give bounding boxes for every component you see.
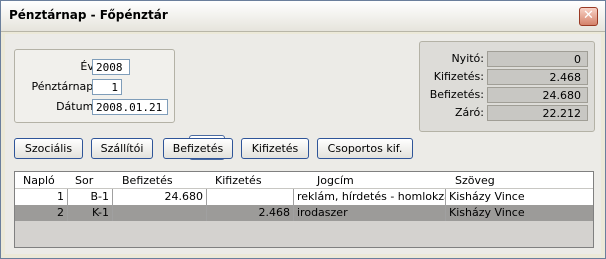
cell-naplo: 1 <box>15 189 68 205</box>
cell-jogcim: irodaszer <box>294 205 446 221</box>
cell-jogcim: reklám, hírdetés - homlokzati <box>294 189 446 205</box>
summary-group: Nyitó: 0 Kifizetés: 2.468 Befizetés: 24.… <box>419 41 595 132</box>
kifizetes-label: Kifizetés: <box>433 70 484 83</box>
header-naplo[interactable]: Napló <box>23 174 55 187</box>
cell-szoveg: Kisházy Vince <box>449 190 525 203</box>
nyito-label: Nyitó: <box>451 52 484 65</box>
window-title: Pénztárnap - Főpénztár <box>9 8 168 22</box>
cell-kifizetes <box>207 189 294 205</box>
header-jogcim[interactable]: Jogcím <box>317 174 354 187</box>
szallitoi-button[interactable]: Szállítói <box>91 138 153 159</box>
date-group: Év: 2008 Pénztárnap: 1 Dátum: 2008.01.21 <box>14 49 175 123</box>
table-header: Napló Sor Befizetés Kifizetés Jogcím Szö… <box>15 172 593 189</box>
nyito-value: 0 <box>487 51 588 67</box>
zaro-value: 22.212 <box>487 105 588 121</box>
penztarnap-label: Pénztárnap: <box>31 80 97 93</box>
befizetes-label: Befizetés: <box>429 88 484 101</box>
kifizetes-button[interactable]: Kifizetés <box>241 138 309 159</box>
cell-kifizetes: 2.468 <box>207 205 294 221</box>
header-szoveg[interactable]: Szöveg <box>455 174 495 187</box>
cell-szoveg: Kisházy Vince <box>449 206 525 219</box>
close-button[interactable]: ✕ <box>579 7 598 26</box>
table-row[interactable]: 1 B-1 24.680 reklám, hírdetés - homlokza… <box>15 189 593 205</box>
title-bar: Pénztárnap - Főpénztár ✕ <box>1 1 605 32</box>
close-icon: ✕ <box>583 8 594 23</box>
kifizetes-value: 2.468 <box>487 69 588 85</box>
cell-sor: K-1 <box>68 205 113 221</box>
cell-befizetes: 24.680 <box>113 189 207 205</box>
csoportos-kif-button[interactable]: Csoportos kif. <box>317 138 413 159</box>
table-row[interactable]: 2 K-1 2.468 irodaszer Kisházy Vince <box>15 205 593 221</box>
header-sor[interactable]: Sor <box>75 174 93 187</box>
cell-naplo: 2 <box>15 205 68 221</box>
datum-field[interactable]: 2008.01.21 <box>92 99 168 115</box>
zaro-label: Záró: <box>455 106 484 119</box>
window: Pénztárnap - Főpénztár ✕ Év: 2008 Pénztá… <box>0 0 606 259</box>
befizetes-button[interactable]: Befizetés <box>163 138 233 159</box>
datum-label: Dátum: <box>56 100 97 113</box>
ev-field[interactable]: 2008 <box>92 59 130 75</box>
cell-sor: B-1 <box>68 189 113 205</box>
header-kifizetes[interactable]: Kifizetés <box>215 174 262 187</box>
transactions-table[interactable]: Napló Sor Befizetés Kifizetés Jogcím Szö… <box>14 171 594 248</box>
szocialis-button[interactable]: Szociális <box>14 138 83 159</box>
penztarnap-field[interactable]: 1 <box>92 79 122 95</box>
cell-befizetes <box>113 205 207 221</box>
header-befizetes[interactable]: Befizetés <box>122 174 173 187</box>
befizetes-value: 24.680 <box>487 87 588 103</box>
